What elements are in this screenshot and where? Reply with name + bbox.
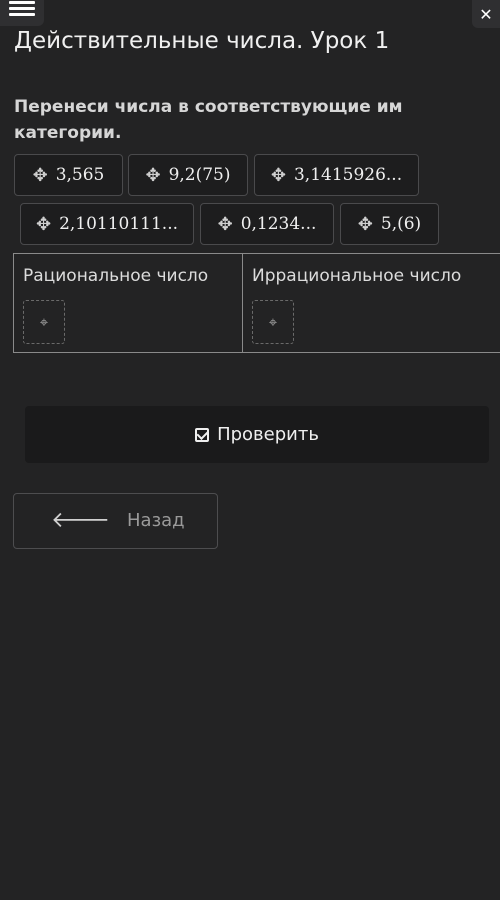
move-icon: ✥	[35, 213, 52, 235]
back-button[interactable]: 🡐 Назад	[13, 493, 218, 549]
move-icon: ✥	[357, 213, 373, 235]
move-icon: ✥	[32, 164, 48, 186]
draggable-chip[interactable]: ✥ 2,10110111...	[20, 203, 194, 245]
chip-label: 2,10110111...	[59, 214, 179, 234]
move-target-icon: ⌖	[39, 313, 49, 331]
drop-zone[interactable]: ⌖	[23, 300, 65, 344]
chip-label: 3,1415926...	[293, 165, 403, 185]
move-icon: ✥	[145, 164, 161, 186]
close-icon: ✕	[479, 4, 493, 24]
check-button[interactable]: Проверить	[25, 406, 489, 463]
hamburger-icon	[9, 0, 35, 19]
category-header: Рациональное число	[23, 266, 209, 286]
category-rational[interactable]: Рациональное число ⌖	[14, 254, 243, 352]
menu-button[interactable]	[0, 0, 44, 26]
move-icon: ✥	[270, 164, 286, 186]
draggable-chip[interactable]: ✥ 0,1234...	[200, 203, 334, 245]
page-title: Действительные числа. Урок 1	[14, 28, 390, 54]
chip-label: 9,2(75)	[168, 165, 231, 185]
drop-zone[interactable]: ⌖	[252, 300, 294, 344]
back-button-label: Назад	[127, 510, 185, 531]
category-irrational[interactable]: Иррациональное число ⌖	[243, 254, 500, 352]
draggable-chip[interactable]: ✥ 9,2(75)	[128, 154, 248, 196]
draggable-chip[interactable]: ✥ 5,(6)	[340, 203, 439, 245]
arrow-left-icon: 🡐	[51, 508, 110, 533]
move-target-icon: ⌖	[268, 313, 278, 331]
checkbox-icon	[195, 427, 210, 442]
draggable-chip[interactable]: ✥ 3,1415926...	[254, 154, 419, 196]
category-table: Рациональное число ⌖ Иррациональное числ…	[13, 253, 500, 353]
draggable-chip[interactable]: ✥ 3,565	[14, 154, 123, 196]
check-button-label: Проверить	[217, 424, 319, 445]
chip-label: 3,565	[55, 165, 105, 185]
task-instruction: Перенеси числа в соответствующие им кате…	[14, 97, 403, 143]
chip-label: 0,1234...	[240, 214, 317, 234]
chip-label: 5,(6)	[380, 214, 422, 234]
category-header: Иррациональное число	[252, 266, 462, 286]
close-button[interactable]: ✕	[472, 0, 500, 28]
move-icon: ✥	[217, 213, 233, 235]
